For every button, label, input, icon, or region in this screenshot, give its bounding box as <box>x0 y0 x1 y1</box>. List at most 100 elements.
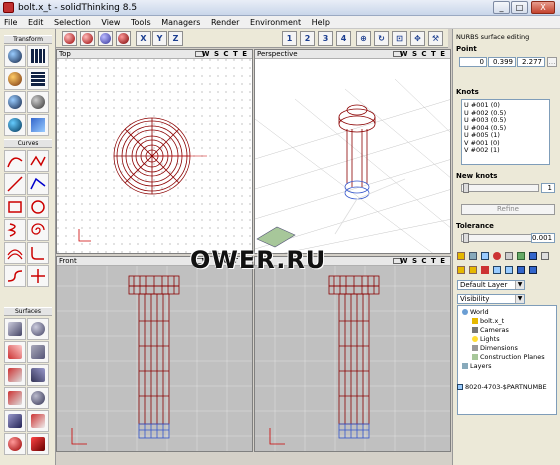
close-button[interactable]: X <box>531 1 555 14</box>
viewport-modes[interactable]: W S C T E <box>400 257 446 265</box>
scale-tool-button[interactable] <box>4 91 26 113</box>
surface-tool-3[interactable] <box>4 341 26 363</box>
surface-tool-8[interactable] <box>27 387 49 409</box>
menu-view[interactable]: View <box>97 16 124 27</box>
axis-x-button[interactable]: X <box>136 31 151 46</box>
surface-tool-5[interactable] <box>4 364 26 386</box>
menu-managers[interactable]: Managers <box>157 16 204 27</box>
new-folder-icon[interactable] <box>457 266 465 274</box>
curve-tool-1[interactable] <box>4 150 26 172</box>
folder-icon[interactable] <box>457 252 465 260</box>
pan-icon[interactable]: ✥ <box>410 31 425 46</box>
move-up-icon[interactable] <box>517 266 525 274</box>
remove-icon[interactable] <box>481 266 489 274</box>
tree-item-lights[interactable]: Lights <box>472 335 500 343</box>
cube-icon[interactable] <box>481 252 489 260</box>
view-1-button[interactable]: 1 <box>282 31 297 46</box>
curve-tool-7[interactable] <box>4 219 26 241</box>
curve-tool-11[interactable] <box>4 265 26 287</box>
render-button[interactable] <box>80 31 95 46</box>
tree-item-construction-planes[interactable]: Construction Planes <box>472 353 545 361</box>
tolerance-field[interactable]: 0.001 <box>531 233 555 243</box>
menu-file[interactable]: File <box>0 16 21 27</box>
grid-tool-button[interactable] <box>27 45 49 67</box>
menu-help[interactable]: Help <box>308 16 334 27</box>
zoom-icon[interactable]: ⊕ <box>356 31 371 46</box>
new-knots-field[interactable]: 1 <box>541 183 555 193</box>
surface-tool-7[interactable] <box>4 387 26 409</box>
surface-tool-9[interactable] <box>4 410 26 432</box>
layer-dropdown[interactable]: Default Layer ▼ <box>457 280 525 290</box>
view-3-button[interactable]: 3 <box>318 31 333 46</box>
axis-y-button[interactable]: Y <box>152 31 167 46</box>
surface-tool-11[interactable] <box>4 433 26 455</box>
menu-tools[interactable]: Tools <box>127 16 155 27</box>
curve-tool-10[interactable] <box>27 242 49 264</box>
surface-tool-4[interactable] <box>27 341 49 363</box>
point-z-field[interactable]: 2.277 <box>517 57 545 67</box>
axis-z-button[interactable]: Z <box>168 31 183 46</box>
slider-thumb[interactable] <box>463 233 469 243</box>
viewport-perspective[interactable]: Perspective W S C T E <box>254 49 451 254</box>
curve-tool-3[interactable] <box>4 173 26 195</box>
point-options-button[interactable]: … <box>547 57 557 67</box>
viewport-front[interactable]: Front W S C T E <box>56 256 253 452</box>
rotate-view-icon[interactable]: ↻ <box>374 31 389 46</box>
curve-tool-4[interactable] <box>27 173 49 195</box>
tree-item-layers[interactable]: Layers <box>462 362 492 370</box>
surface-tool-1[interactable] <box>4 318 26 340</box>
part-item[interactable]: 8020-4703-$PARTNUMBE <box>457 383 557 391</box>
fit-icon[interactable]: ⊡ <box>392 31 407 46</box>
new-knots-slider[interactable] <box>461 183 539 193</box>
curve-tool-6[interactable] <box>27 196 49 218</box>
viewport-modes[interactable]: W S C T E <box>400 50 446 58</box>
tolerance-slider[interactable] <box>461 233 539 243</box>
surface-tool-2[interactable] <box>27 318 49 340</box>
surface-tool-12[interactable] <box>27 433 49 455</box>
surface-tool-6[interactable] <box>27 364 49 386</box>
tree-item-cameras[interactable]: Cameras <box>472 326 509 334</box>
mirror-tool-button[interactable] <box>27 91 49 113</box>
refine-button[interactable]: Refine <box>461 204 555 215</box>
chevron-down-icon[interactable]: ▼ <box>515 295 524 303</box>
chevron-down-icon[interactable]: ▼ <box>515 281 524 289</box>
viewport-top[interactable]: Top W S C T E <box>56 49 253 254</box>
layer-icon[interactable] <box>469 252 477 260</box>
list-item[interactable]: V #002 (1) <box>464 146 547 155</box>
scene-tree[interactable]: World bolt.x_t Cameras Lights Dimensions… <box>457 305 557 415</box>
surface-tool-10[interactable] <box>27 410 49 432</box>
paste-icon[interactable] <box>505 266 513 274</box>
construction-button[interactable] <box>98 31 113 46</box>
array-tool-button[interactable] <box>27 68 49 90</box>
select-icon[interactable] <box>529 252 537 260</box>
delete-icon[interactable] <box>493 252 501 260</box>
slider-thumb[interactable] <box>463 183 469 193</box>
curve-tool-2[interactable] <box>27 150 49 172</box>
viewport-modes[interactable]: W S C T E <box>202 50 248 58</box>
rotate-tool-button[interactable] <box>4 68 26 90</box>
curve-tool-5[interactable] <box>4 196 26 218</box>
point-x-field[interactable]: 0 <box>459 57 487 67</box>
hammer-icon[interactable]: ⚒ <box>428 31 443 46</box>
view-2-button[interactable]: 2 <box>300 31 315 46</box>
point-y-field[interactable]: 0.399 <box>488 57 516 67</box>
tree-item-bolt[interactable]: bolt.x_t <box>472 317 504 325</box>
visible-icon[interactable] <box>517 252 525 260</box>
move-down-icon[interactable] <box>529 266 537 274</box>
open-folder-icon[interactable] <box>469 266 477 274</box>
minimize-button[interactable]: _ <box>493 1 510 14</box>
tree-item-world[interactable]: World <box>462 308 489 316</box>
curve-tool-9[interactable] <box>4 242 26 264</box>
menu-selection[interactable]: Selection <box>50 16 95 27</box>
lock-icon[interactable] <box>505 252 513 260</box>
grid-icon[interactable] <box>541 252 549 260</box>
group-button[interactable] <box>116 31 131 46</box>
curve-tool-8[interactable] <box>27 219 49 241</box>
view-4-button[interactable]: 4 <box>336 31 351 46</box>
tree-item-dimensions[interactable]: Dimensions <box>472 344 518 352</box>
deform-tool-button[interactable] <box>27 114 49 136</box>
move-tool-button[interactable] <box>4 45 26 67</box>
snap-tool-button[interactable] <box>4 114 26 136</box>
select-tool-button[interactable] <box>62 31 77 46</box>
curve-tool-12[interactable] <box>27 265 49 287</box>
